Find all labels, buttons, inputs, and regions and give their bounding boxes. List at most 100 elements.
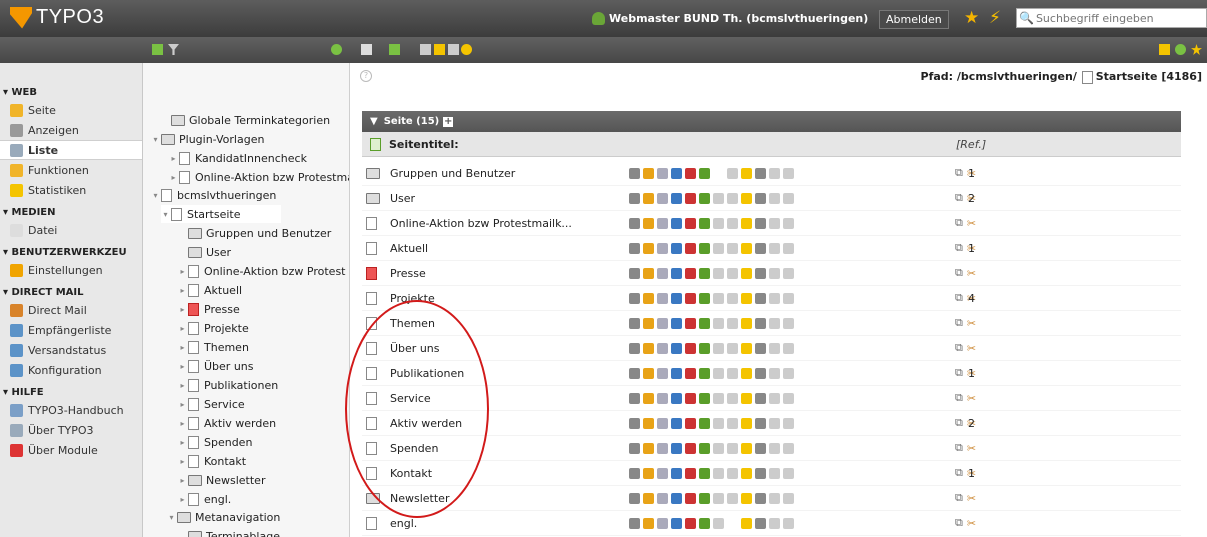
move-up-icon[interactable] xyxy=(713,467,724,479)
move-right-icon[interactable] xyxy=(783,392,794,404)
move-left-icon[interactable] xyxy=(769,367,780,379)
move-up-icon[interactable] xyxy=(713,517,724,529)
new-icon[interactable] xyxy=(699,492,710,504)
history-icon[interactable] xyxy=(685,317,696,329)
move-down-icon[interactable] xyxy=(727,492,738,504)
module-item[interactable]: Konfiguration xyxy=(0,360,142,380)
tree-node[interactable]: ▾ Plugin-Vorlagen xyxy=(151,130,264,148)
move-left-icon[interactable] xyxy=(769,392,780,404)
tree-toggle-icon[interactable]: ▸ xyxy=(178,362,187,371)
module-group-header[interactable]: ▾ WEB xyxy=(0,83,142,100)
view-icon[interactable] xyxy=(629,192,640,204)
lightbulb-icon[interactable] xyxy=(741,492,752,504)
copy-icon[interactable]: ⧉ xyxy=(955,466,963,480)
move-up-icon[interactable] xyxy=(713,217,724,229)
move-left-icon[interactable] xyxy=(769,492,780,504)
tree-node[interactable]: ▸ Newsletter xyxy=(178,471,265,489)
new-icon[interactable] xyxy=(699,517,710,529)
copy-icon[interactable]: ⧉ xyxy=(955,166,963,180)
lightbulb-icon[interactable] xyxy=(741,217,752,229)
new-icon[interactable] xyxy=(699,467,710,479)
tree-toggle-icon[interactable]: ▸ xyxy=(178,305,187,314)
info-icon[interactable] xyxy=(657,367,668,379)
history-icon[interactable] xyxy=(685,267,696,279)
move-right-icon[interactable] xyxy=(783,342,794,354)
delete-icon[interactable] xyxy=(755,192,766,204)
info-circle-icon[interactable] xyxy=(671,517,682,529)
move-right-icon[interactable] xyxy=(783,492,794,504)
move-right-icon[interactable] xyxy=(783,467,794,479)
info-circle-icon[interactable] xyxy=(671,367,682,379)
cut-icon[interactable]: ✂ xyxy=(967,442,976,455)
reload-icon[interactable] xyxy=(1175,44,1186,55)
history-icon[interactable] xyxy=(685,242,696,254)
tree-toggle-icon[interactable]: ▸ xyxy=(178,419,187,428)
tree-node[interactable]: ▸ KandidatInnencheck xyxy=(169,149,307,167)
module-item[interactable]: Empfängerliste xyxy=(0,320,142,340)
new-icon[interactable] xyxy=(699,267,710,279)
move-left-icon[interactable] xyxy=(769,242,780,254)
logout-button[interactable]: Abmelden xyxy=(879,10,949,29)
move-left-icon[interactable] xyxy=(769,442,780,454)
module-item[interactable]: Versandstatus xyxy=(0,340,142,360)
tree-node[interactable]: ▸ Online-Aktion bzw Protest xyxy=(178,262,346,280)
module-item[interactable]: Über TYPO3 xyxy=(0,420,142,440)
tree-toggle-icon[interactable]: ▸ xyxy=(178,343,187,352)
tree-toggle-icon[interactable]: ▸ xyxy=(178,476,187,485)
view-icon[interactable] xyxy=(629,342,640,354)
move-right-icon[interactable] xyxy=(783,217,794,229)
edit-icon[interactable] xyxy=(643,292,654,304)
edit-icon[interactable] xyxy=(643,417,654,429)
lightbulb-icon[interactable] xyxy=(461,44,472,55)
history-icon[interactable] xyxy=(685,442,696,454)
move-up-icon[interactable] xyxy=(713,192,724,204)
view-icon[interactable] xyxy=(629,492,640,504)
move-down-icon[interactable] xyxy=(727,342,738,354)
info-icon[interactable] xyxy=(657,317,668,329)
move-left-icon[interactable] xyxy=(769,342,780,354)
move-down-icon[interactable] xyxy=(727,242,738,254)
tree-node[interactable]: Globale Terminkategorien xyxy=(161,111,330,129)
edit-icon[interactable] xyxy=(434,44,445,55)
tree-node[interactable]: ▸ Projekte xyxy=(178,319,249,337)
move-down-icon[interactable] xyxy=(727,192,738,204)
tree-node[interactable]: ▸ Spenden xyxy=(178,433,252,451)
copy-icon[interactable]: ⧉ xyxy=(955,191,963,205)
tree-node[interactable]: ▸ Kontakt xyxy=(178,452,246,470)
copy-icon[interactable]: ⧉ xyxy=(955,266,963,280)
edit-icon[interactable] xyxy=(643,392,654,404)
new-record-icon[interactable] xyxy=(389,44,400,55)
delete-icon[interactable] xyxy=(755,342,766,354)
cut-icon[interactable]: ✂ xyxy=(967,342,976,355)
copy-icon[interactable]: ⧉ xyxy=(955,516,963,530)
row-title[interactable]: Presse xyxy=(390,267,426,280)
info-circle-icon[interactable] xyxy=(671,192,682,204)
move-up-icon[interactable] xyxy=(713,417,724,429)
move-up-icon[interactable] xyxy=(713,292,724,304)
new-page-icon[interactable] xyxy=(152,44,163,55)
copy-icon[interactable]: ⧉ xyxy=(955,441,963,455)
cut-icon[interactable]: ✂ xyxy=(967,217,976,230)
edit-icon[interactable] xyxy=(643,317,654,329)
history-icon[interactable] xyxy=(685,292,696,304)
move-right-icon[interactable] xyxy=(783,292,794,304)
move-down-icon[interactable] xyxy=(727,467,738,479)
edit-icon[interactable] xyxy=(643,367,654,379)
module-item[interactable]: TYPO3-Handbuch xyxy=(0,400,142,420)
info-circle-icon[interactable] xyxy=(671,292,682,304)
refresh-icon[interactable] xyxy=(331,44,342,55)
cut-icon[interactable]: ✂ xyxy=(967,317,976,330)
view-icon[interactable] xyxy=(629,292,640,304)
section-header[interactable]: ▼ Seite (15) + xyxy=(362,111,1181,132)
cut-icon[interactable]: ✂ xyxy=(967,492,976,505)
move-down-icon[interactable] xyxy=(727,417,738,429)
ref-count[interactable]: 2 xyxy=(968,192,975,205)
row-title[interactable]: Online-Aktion bzw Protestmailk... xyxy=(390,217,572,230)
edit-icon[interactable] xyxy=(643,492,654,504)
history-icon[interactable] xyxy=(685,342,696,354)
move-up-icon[interactable] xyxy=(713,342,724,354)
copy-icon[interactable]: ⧉ xyxy=(955,291,963,305)
new-icon[interactable] xyxy=(699,192,710,204)
edit-icon[interactable] xyxy=(643,342,654,354)
tree-toggle-icon[interactable]: ▾ xyxy=(151,135,160,144)
